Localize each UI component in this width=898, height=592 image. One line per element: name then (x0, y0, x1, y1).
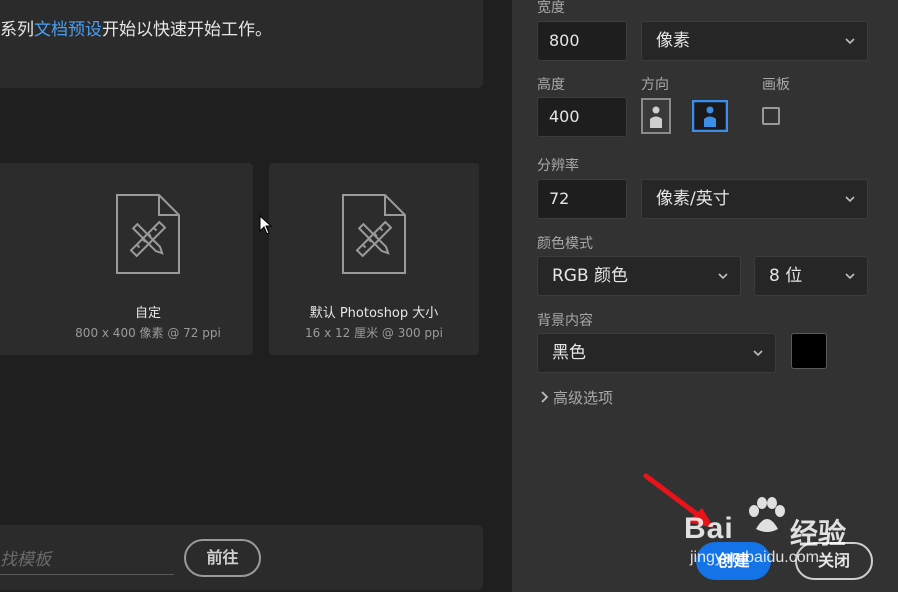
portrait-orientation-icon[interactable] (641, 98, 671, 134)
chevron-down-icon (845, 196, 855, 203)
template-search-input[interactable]: 找模板 (0, 545, 174, 575)
preset-subtitle: 800 x 400 像素 @ 72 ppi (75, 326, 221, 340)
background-contents-value: 黑色 (552, 343, 586, 363)
advanced-options-label: 高级选项 (553, 389, 614, 407)
intro-suffix: 开始以快速开始工作。 (102, 20, 272, 40)
color-mode-value: RGB 颜色 (552, 266, 629, 286)
chevron-down-icon (753, 350, 763, 357)
preset-card-default-photoshop[interactable]: 默认 Photoshop 大小 16 x 12 厘米 @ 300 ppi (269, 163, 479, 355)
chevron-down-icon (718, 273, 728, 280)
landscape-orientation-icon[interactable] (692, 100, 728, 132)
document-presets-link[interactable]: 文档预设 (34, 20, 102, 40)
width-input[interactable]: 800 (537, 21, 627, 61)
width-label: 宽度 (537, 0, 565, 16)
width-unit-select[interactable]: 像素 (641, 21, 868, 61)
resolution-input[interactable]: 72 (537, 179, 627, 219)
baidu-paw-logo-icon (749, 497, 785, 532)
chevron-right-icon (541, 391, 549, 403)
artboard-checkbox[interactable] (762, 107, 780, 125)
chevron-down-icon (845, 273, 855, 280)
go-button[interactable]: 前往 (184, 539, 261, 577)
background-contents-label: 背景内容 (537, 313, 593, 329)
intro-banner (0, 0, 483, 88)
intro-text: 系列文档预设开始以快速开始工作。 (0, 15, 272, 40)
color-mode-select[interactable]: RGB 颜色 (537, 256, 741, 296)
intro-prefix: 系列 (0, 20, 34, 40)
chevron-down-icon (845, 38, 855, 45)
orientation-label: 方向 (641, 77, 669, 93)
color-mode-label: 颜色模式 (537, 236, 593, 252)
bit-depth-select[interactable]: 8 位 (754, 256, 868, 296)
preset-title: 自定 (134, 306, 161, 321)
document-template-icon (116, 194, 180, 274)
document-template-icon (342, 194, 406, 274)
resolution-label: 分辨率 (537, 158, 579, 174)
watermark-brand: Bai (684, 512, 734, 545)
height-input[interactable]: 400 (537, 97, 627, 137)
preset-browser: 系列文档预设开始以快速开始工作。 自定 800 x 400 像素 @ 72 pp… (0, 0, 512, 592)
background-color-swatch[interactable] (791, 333, 827, 369)
watermark-url: jingyan.baidu.com (690, 549, 819, 566)
advanced-options-toggle[interactable]: 高级选项 (540, 387, 613, 408)
resolution-unit-select[interactable]: 像素/英寸 (641, 179, 868, 219)
watermark-jingyan: 经验 (790, 517, 847, 550)
bit-depth-value: 8 位 (769, 266, 803, 286)
preset-card-custom[interactable]: 自定 800 x 400 像素 @ 72 ppi (43, 163, 253, 355)
background-contents-select[interactable]: 黑色 (537, 333, 776, 373)
width-unit-value: 像素 (656, 31, 690, 51)
resolution-unit-value: 像素/英寸 (656, 189, 730, 209)
preset-title: 默认 Photoshop 大小 (309, 306, 439, 321)
height-label: 高度 (537, 77, 565, 93)
mouse-cursor-icon (259, 215, 273, 235)
preset-subtitle: 16 x 12 厘米 @ 300 ppi (304, 326, 443, 340)
artboard-label: 画板 (762, 77, 790, 93)
